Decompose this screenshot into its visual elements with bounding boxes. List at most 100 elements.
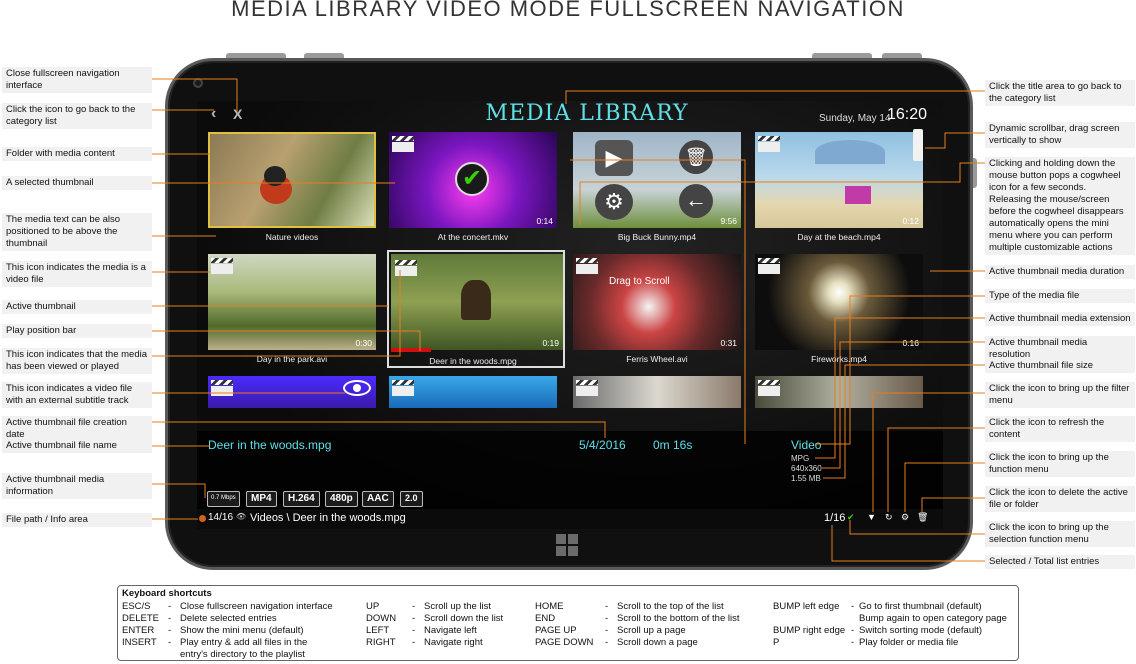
media-resolution: 640x360 (791, 464, 822, 473)
duration-text: 0:14 (536, 216, 553, 226)
thumbnail[interactable]: 0:30 Day in the park.avi (208, 254, 376, 364)
thumbnail-caption: Deer in the woods.mpg (429, 356, 517, 366)
label-scrollbar: Dynamic scrollbar, drag screen verticall… (985, 122, 1135, 148)
thumbnail-caption: Ferris Wheel.avi (626, 354, 688, 364)
duration-text: 0:31 (720, 338, 737, 348)
thumbnail[interactable]: 0:16 Fireworks.mp4 (755, 254, 923, 364)
label-close-fullscreen: Close fullscreen navigation interface (2, 67, 152, 93)
bird-head (264, 166, 286, 186)
shortcut-row: END - Scroll to the bottom of the list (535, 613, 740, 624)
thumbnail-image: ▶ 🗑 ⚙ ← (573, 132, 741, 228)
selection-menu-icon[interactable]: ✔ (847, 512, 855, 523)
scrollbar[interactable] (913, 129, 923, 161)
thumbnail-image (208, 254, 376, 350)
label-cogwheel-mini-menu: Clicking and holding down the mouse butt… (985, 157, 1135, 255)
status-dot-icon (199, 515, 206, 522)
play-icon[interactable]: ▶ (595, 140, 633, 176)
delete-trash-icon[interactable]: 🗑 (917, 512, 928, 523)
shortcut-row: RIGHT - Navigate right (366, 637, 483, 648)
media-library-title[interactable]: MEDIA LIBRARY (452, 101, 722, 126)
function-menu-gear-icon[interactable]: ⚙ (901, 512, 909, 523)
thumbnail-image (573, 254, 741, 350)
label-back-to-category: Click the icon to go back to the categor… (2, 103, 152, 129)
shortcut-row: ENTER - Show the mini menu (default) (122, 625, 304, 636)
thumbnail[interactable] (208, 376, 376, 408)
thumbnail-caption: Day at the beach.mp4 (797, 232, 881, 242)
shortcut-row: LEFT - Navigate left (366, 625, 477, 636)
video-clapper-icon (211, 380, 233, 396)
windows-logo-icon[interactable] (556, 534, 578, 556)
shortcut-row: PAGE DOWN - Scroll down a page (535, 637, 698, 648)
label-file-path: File path / Info area (2, 513, 152, 527)
shortcut-row: DELETE - Delete selected entries (122, 613, 277, 624)
play-position-bar (391, 348, 431, 352)
folder-image (208, 132, 376, 228)
active-creation-date: 5/4/2016 (579, 438, 626, 452)
thumbnail-caption: Fireworks.mp4 (811, 354, 867, 364)
shortcut-column-2: UP - Scroll up the list DOWN - Scroll down t… (366, 601, 503, 649)
active-file-name: Deer in the woods.mpg (208, 438, 332, 452)
label-active-thumbnail: Active thumbnail (2, 300, 152, 314)
thumbnail-image (389, 376, 557, 408)
thumbnail-caption: Nature videos (265, 232, 319, 242)
shortcut-row: entry's directory to the playlist (180, 649, 305, 660)
thumbnail[interactable]: 0:12 Day at the beach.mp4 (755, 132, 923, 242)
audio-badge: AAC (362, 491, 394, 507)
shortcut-row: UP - Scroll up the list (366, 601, 492, 612)
label-selected-total: Selected / Total list entries (985, 555, 1135, 569)
close-icon[interactable]: X (233, 106, 242, 122)
label-selection-menu: Click the icon to bring up the selection… (985, 521, 1135, 547)
trash-icon[interactable]: 🗑 (679, 140, 713, 174)
label-media-text-position: The media text can be also positioned to… (2, 213, 152, 251)
media-type: Video (791, 438, 822, 452)
thumbnail[interactable]: Drag to Scroll 0:31 Ferris Wheel.avi (573, 254, 741, 364)
label-media-duration: Active thumbnail media duration (985, 265, 1135, 279)
label-title-area: Click the title area to go back to the c… (985, 80, 1135, 106)
container-badge: MP4 (246, 491, 277, 507)
deer-shape (461, 280, 491, 320)
shortcut-column-1: ESC/S - Close fullscreen navigation interf… (122, 601, 333, 661)
bitrate-badge: 0.7 Mbps (207, 491, 240, 507)
gear-icon[interactable]: ⚙ (595, 184, 633, 220)
label-video-icon: This icon indicates the media is a video… (2, 261, 152, 287)
thumbnail[interactable] (573, 376, 741, 408)
media-library-screen: ‹ X MEDIA LIBRARY Sunday, May 14 16:20 N… (197, 101, 943, 529)
thumbnail-caption: Day in the park.avi (256, 354, 328, 364)
codec-badge: H.264 (283, 491, 320, 507)
back-arrow-icon[interactable]: ← (679, 184, 713, 218)
active-thumbnail[interactable]: 0:19 Deer in the woods.mpg (387, 250, 565, 368)
label-selected-thumbnail: A selected thumbnail (2, 176, 152, 190)
label-function-menu: Click the icon to bring up the function … (985, 451, 1135, 477)
shortcut-row: Bump again to open category page (859, 613, 1007, 624)
clock-text: 16:20 (887, 106, 928, 123)
list-position: 14/16 (208, 512, 234, 523)
shortcut-row: HOME - Scroll to the top of the list (535, 601, 724, 612)
shortcut-row: DOWN - Scroll down the list (366, 613, 504, 624)
shortcut-column-4: BUMP left edge - Go to first thumbnail (de… (773, 601, 1007, 649)
shortcut-row: BUMP left edge - Go to first thumbnail (de… (773, 601, 982, 612)
label-refresh: Click the icon to refresh the content (985, 416, 1135, 442)
duration-text: 0:12 (902, 216, 919, 226)
thumbnail-folder[interactable]: Nature videos (208, 132, 376, 242)
video-clapper-icon (395, 260, 417, 276)
back-icon[interactable]: ‹ (211, 105, 216, 123)
filter-icon[interactable]: ▼ (867, 512, 876, 522)
shortcut-row: INSERT - Play entry & add all files in the (122, 637, 308, 648)
towel-shape (845, 186, 871, 204)
refresh-icon[interactable]: ↻ (885, 512, 893, 523)
subtitle-eye-icon (343, 380, 371, 396)
camera-icon (193, 78, 203, 88)
thumbnail-caption: At the concert.mkv (437, 232, 509, 242)
file-size: 1.55 MB (791, 474, 821, 483)
duration-text: 0:16 (902, 338, 919, 348)
channels-badge: 2.0 (400, 491, 423, 507)
duration-text: 9:56 (720, 216, 737, 226)
label-file-size: Active thumbnail file size (985, 359, 1135, 373)
thumbnail[interactable] (755, 376, 923, 408)
thumbnail[interactable]: ✔ 0:14 At the concert.mkv (389, 132, 557, 242)
shortcut-row: ESC/S - Close fullscreen navigation interf… (122, 601, 333, 612)
viewed-eye-icon: 👁 (236, 512, 247, 521)
thumbnail-mini-menu[interactable]: ▶ 🗑 ⚙ ← 9:56 Big Buck Bunny.mp4 (573, 132, 741, 242)
thumbnail[interactable] (389, 376, 557, 408)
thumbnail-image (573, 376, 741, 408)
